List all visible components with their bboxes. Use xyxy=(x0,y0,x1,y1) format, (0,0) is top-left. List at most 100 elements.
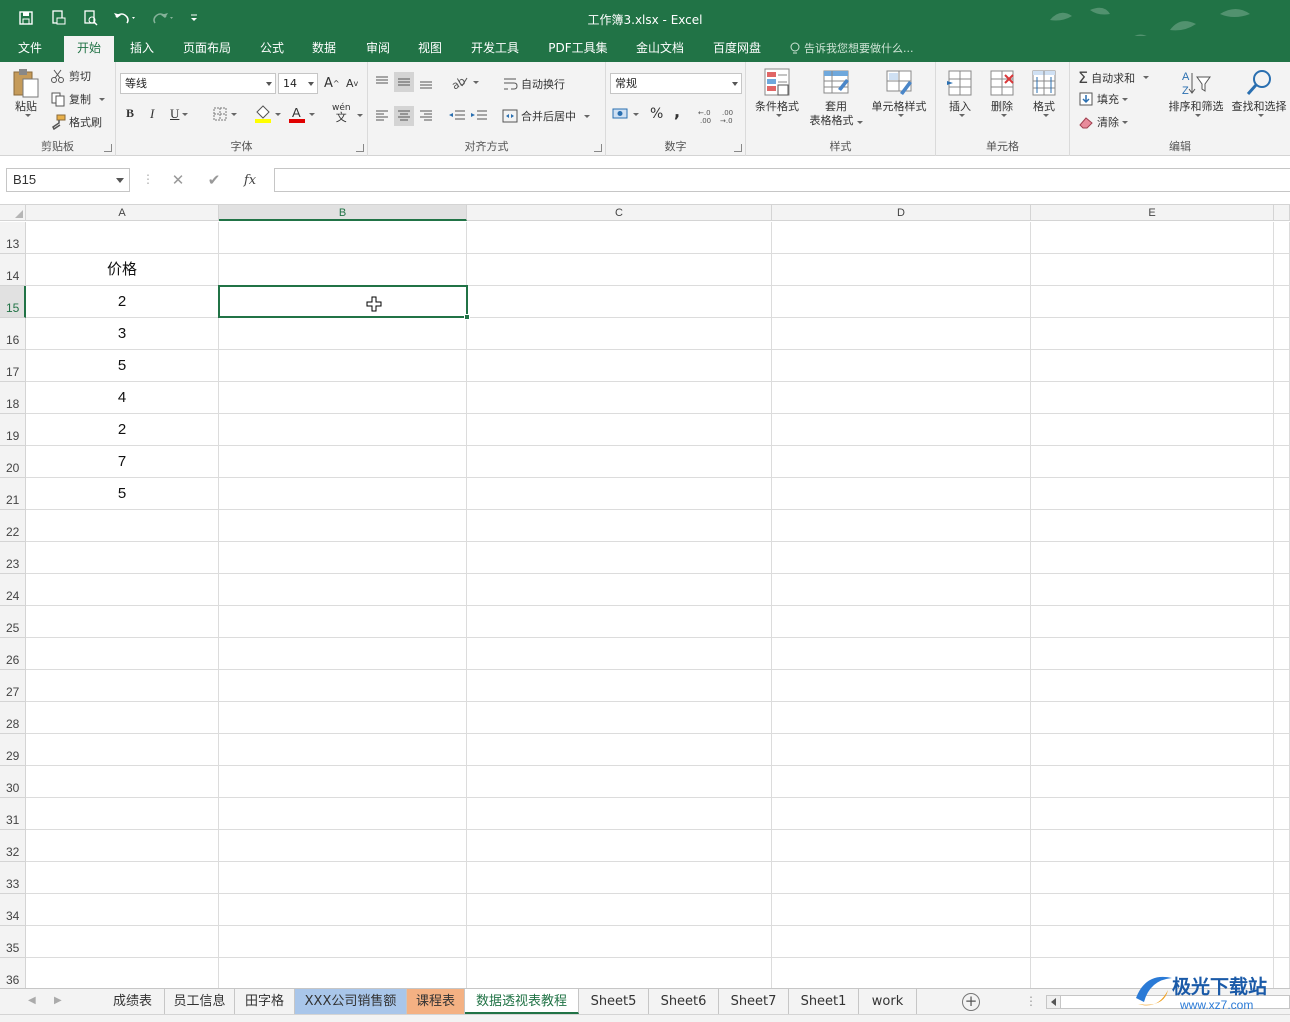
cell-e23[interactable] xyxy=(1031,542,1274,574)
row-header-35[interactable]: 35 xyxy=(0,926,26,958)
cell-a21[interactable]: 5 xyxy=(26,478,219,510)
insert-cells-button[interactable]: 插入 xyxy=(942,66,978,117)
phonetic-button[interactable]: wén 文 xyxy=(332,104,351,124)
cell-d32[interactable] xyxy=(772,830,1031,862)
row-header-25[interactable]: 25 xyxy=(0,606,26,638)
cell-b22[interactable] xyxy=(219,510,467,542)
cell-e19[interactable] xyxy=(1031,414,1274,446)
row-header-27[interactable]: 27 xyxy=(0,670,26,702)
row-header-31[interactable]: 31 xyxy=(0,798,26,830)
quick-print-icon[interactable] xyxy=(76,6,104,30)
name-box-dropdown-icon[interactable] xyxy=(116,178,124,183)
cell-e16[interactable] xyxy=(1031,318,1274,350)
cell-e30[interactable] xyxy=(1031,766,1274,798)
cell-f30[interactable] xyxy=(1274,766,1290,798)
cell-c32[interactable] xyxy=(467,830,772,862)
alignment-launcher[interactable] xyxy=(594,144,602,152)
cell-b34[interactable] xyxy=(219,894,467,926)
cell-e27[interactable] xyxy=(1031,670,1274,702)
orientation-button[interactable]: ab xyxy=(450,74,479,90)
cell-f24[interactable] xyxy=(1274,574,1290,606)
cell-e31[interactable] xyxy=(1031,798,1274,830)
cell-a22[interactable] xyxy=(26,510,219,542)
cell-e20[interactable] xyxy=(1031,446,1274,478)
font-size-select[interactable]: 14 xyxy=(278,73,318,94)
prev-sheet-icon[interactable]: ◀ xyxy=(28,995,36,1006)
merge-center-button[interactable]: 合并后居中 xyxy=(502,108,590,124)
cell-f33[interactable] xyxy=(1274,862,1290,894)
sheet-tab-1[interactable]: 员工信息 xyxy=(165,989,235,1014)
wrap-text-button[interactable]: 自动换行 xyxy=(502,76,565,92)
cell-a27[interactable] xyxy=(26,670,219,702)
cell-e26[interactable] xyxy=(1031,638,1274,670)
tell-me-search[interactable]: 告诉我您想要做什么... xyxy=(790,40,914,56)
cancel-icon[interactable]: ✕ xyxy=(160,171,196,189)
cell-f31[interactable] xyxy=(1274,798,1290,830)
decrease-decimal-button[interactable]: .00 →.0 xyxy=(720,108,740,124)
cell-c29[interactable] xyxy=(467,734,772,766)
select-all-button[interactable] xyxy=(0,205,26,221)
customize-qat-icon[interactable] xyxy=(184,6,204,30)
cell-d34[interactable] xyxy=(772,894,1031,926)
row-header-19[interactable]: 19 xyxy=(0,414,26,446)
cell-d33[interactable] xyxy=(772,862,1031,894)
cell-f26[interactable] xyxy=(1274,638,1290,670)
cell-e13[interactable] xyxy=(1031,222,1274,254)
cell-a24[interactable] xyxy=(26,574,219,606)
cell-b18[interactable] xyxy=(219,382,467,414)
row-header-32[interactable]: 32 xyxy=(0,830,26,862)
row-header-18[interactable]: 18 xyxy=(0,382,26,414)
cell-f13[interactable] xyxy=(1274,222,1290,254)
row-header-14[interactable]: 14 xyxy=(0,254,26,286)
cell-c22[interactable] xyxy=(467,510,772,542)
worksheet-grid[interactable]: A B C D E 13 14 价格 15 2 16 3 17 5 18 4 19 2 20 7 21 5 22 2… xyxy=(0,205,1290,988)
cell-b36[interactable] xyxy=(219,958,467,988)
sheet-tab-4[interactable]: 课程表 xyxy=(407,989,465,1014)
cell-b31[interactable] xyxy=(219,798,467,830)
cell-c13[interactable] xyxy=(467,222,772,254)
cell-d19[interactable] xyxy=(772,414,1031,446)
cell-a36[interactable] xyxy=(26,958,219,988)
cell-b33[interactable] xyxy=(219,862,467,894)
shrink-font-button[interactable]: Av xyxy=(346,77,358,90)
cell-a16[interactable]: 3 xyxy=(26,318,219,350)
cell-c24[interactable] xyxy=(467,574,772,606)
cell-e18[interactable] xyxy=(1031,382,1274,414)
tab-page-layout[interactable]: 页面布局 xyxy=(172,36,242,62)
column-header-e[interactable]: E xyxy=(1031,205,1274,221)
cell-f21[interactable] xyxy=(1274,478,1290,510)
row-header-16[interactable]: 16 xyxy=(0,318,26,350)
sheet-tab-6[interactable]: Sheet5 xyxy=(579,989,649,1014)
cell-e22[interactable] xyxy=(1031,510,1274,542)
enter-icon[interactable]: ✔ xyxy=(196,171,232,189)
column-header-d[interactable]: D xyxy=(772,205,1031,221)
cell-a28[interactable] xyxy=(26,702,219,734)
tab-formulas[interactable]: 公式 xyxy=(252,36,292,62)
tab-review[interactable]: 审阅 xyxy=(356,36,400,62)
cell-b13[interactable] xyxy=(219,222,467,254)
cell-a32[interactable] xyxy=(26,830,219,862)
cell-d35[interactable] xyxy=(772,926,1031,958)
cell-e14[interactable] xyxy=(1031,254,1274,286)
cell-c17[interactable] xyxy=(467,350,772,382)
clipboard-launcher[interactable] xyxy=(104,144,112,152)
cell-b29[interactable] xyxy=(219,734,467,766)
cell-f32[interactable] xyxy=(1274,830,1290,862)
cell-f15[interactable] xyxy=(1274,286,1290,318)
cell-b24[interactable] xyxy=(219,574,467,606)
cell-c30[interactable] xyxy=(467,766,772,798)
scroll-left-icon[interactable] xyxy=(1047,996,1061,1008)
cell-b23[interactable] xyxy=(219,542,467,574)
cell-c16[interactable] xyxy=(467,318,772,350)
autosum-button[interactable]: Σ 自动求和 xyxy=(1078,68,1150,87)
cell-c33[interactable] xyxy=(467,862,772,894)
bold-button[interactable]: B xyxy=(126,106,134,121)
sheet-tab-8[interactable]: Sheet7 xyxy=(719,989,789,1014)
cell-a15[interactable]: 2 xyxy=(26,286,219,318)
cell-d27[interactable] xyxy=(772,670,1031,702)
cell-d23[interactable] xyxy=(772,542,1031,574)
number-format-select[interactable]: 常规 xyxy=(610,73,742,94)
align-left-button[interactable] xyxy=(374,108,390,124)
cell-f17[interactable] xyxy=(1274,350,1290,382)
tab-view[interactable]: 视图 xyxy=(410,36,450,62)
